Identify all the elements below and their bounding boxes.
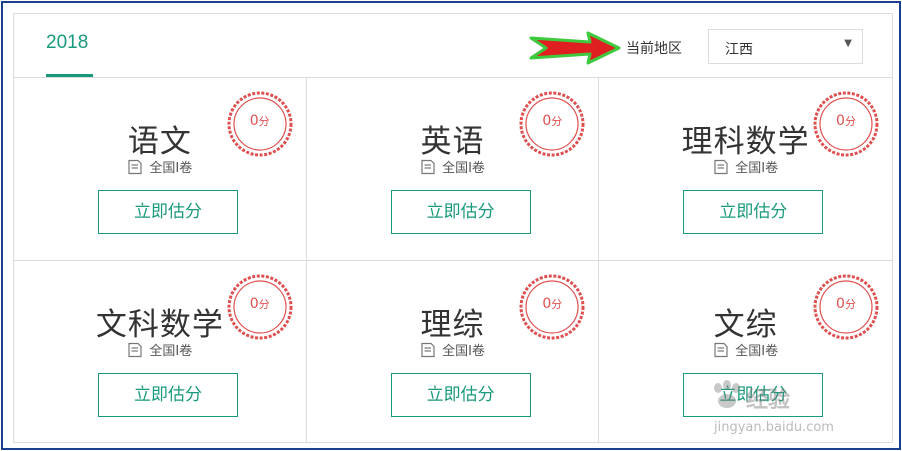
paper-icon [128,342,143,357]
estimate-button[interactable]: 立即估分 [98,190,238,234]
watermark-title: 经验 [746,388,791,413]
paper-icon [421,342,435,357]
chevron-down-icon: ▼ [844,38,852,49]
paw-logo-icon [714,380,740,408]
paper-type: 全国I卷 [14,340,306,359]
baidu-jingyan-watermark: 经验 jingyan.baidu.com [710,380,886,446]
paper-icon [128,159,143,175]
subject-title: 英语 [420,124,485,160]
paper-type-label: 全国I卷 [735,161,779,176]
paper-icon [714,159,728,175]
paper-type-label: 全国I卷 [149,343,193,359]
subject-title: 文综 [713,306,778,343]
region-select[interactable]: 江西 ▼ [708,29,863,64]
subject-card-english: 0分 英语 全国I卷 立即估分 [306,78,600,261]
paper-type: 全国I卷 [307,340,599,359]
estimate-button[interactable]: 立即估分 [98,372,238,417]
subject-title: 语文 [127,124,192,160]
region-select-value: 江西 [725,42,753,58]
subject-card-chinese: 0分 语文 全国I卷 立即估分 [14,78,307,261]
paper-type: 全国I卷 [599,340,892,359]
score-estimate-panel: 2018 当前地区 江西 ▼ 0分 语文 全国I卷 立即估分 0分 英语 全国I… [13,13,893,443]
subject-card-science-combined: 0分 理综 全国I卷 立即估分 [307,260,600,443]
paper-type: 全国I卷 [307,157,599,176]
estimate-button[interactable]: 立即估分 [390,190,531,234]
paper-icon [714,342,728,357]
paper-type-label: 全国I卷 [149,161,193,176]
paper-type-label: 全国I卷 [442,161,485,176]
paper-type-label: 全国I卷 [735,343,779,359]
screenshot-frame: 2018 当前地区 江西 ▼ 0分 语文 全国I卷 立即估分 0分 英语 全国I… [1,1,901,450]
estimate-button[interactable]: 立即估分 [390,372,531,417]
panel-header: 2018 当前地区 江西 ▼ [14,14,892,78]
paper-type-label: 全国I卷 [442,343,485,359]
watermark-url: jingyan.baidu.com [714,420,834,435]
subject-title: 文科数学 [95,306,224,343]
region-label: 当前地区 [626,41,682,57]
estimate-button[interactable]: 立即估分 [683,190,824,234]
subject-card-liberal-math: 0分 文科数学 全国I卷 立即估分 [14,260,307,443]
paper-type: 全国I卷 [599,157,892,176]
pointer-arrow-icon [529,31,621,65]
paper-icon [421,159,435,175]
subject-title: 理综 [420,306,485,343]
subject-card-science-math: 0分 理科数学 全国I卷 立即估分 [599,78,892,261]
tab-year[interactable]: 2018 [46,32,88,54]
subject-title: 理科数学 [681,124,810,160]
paper-type: 全国I卷 [14,157,306,176]
